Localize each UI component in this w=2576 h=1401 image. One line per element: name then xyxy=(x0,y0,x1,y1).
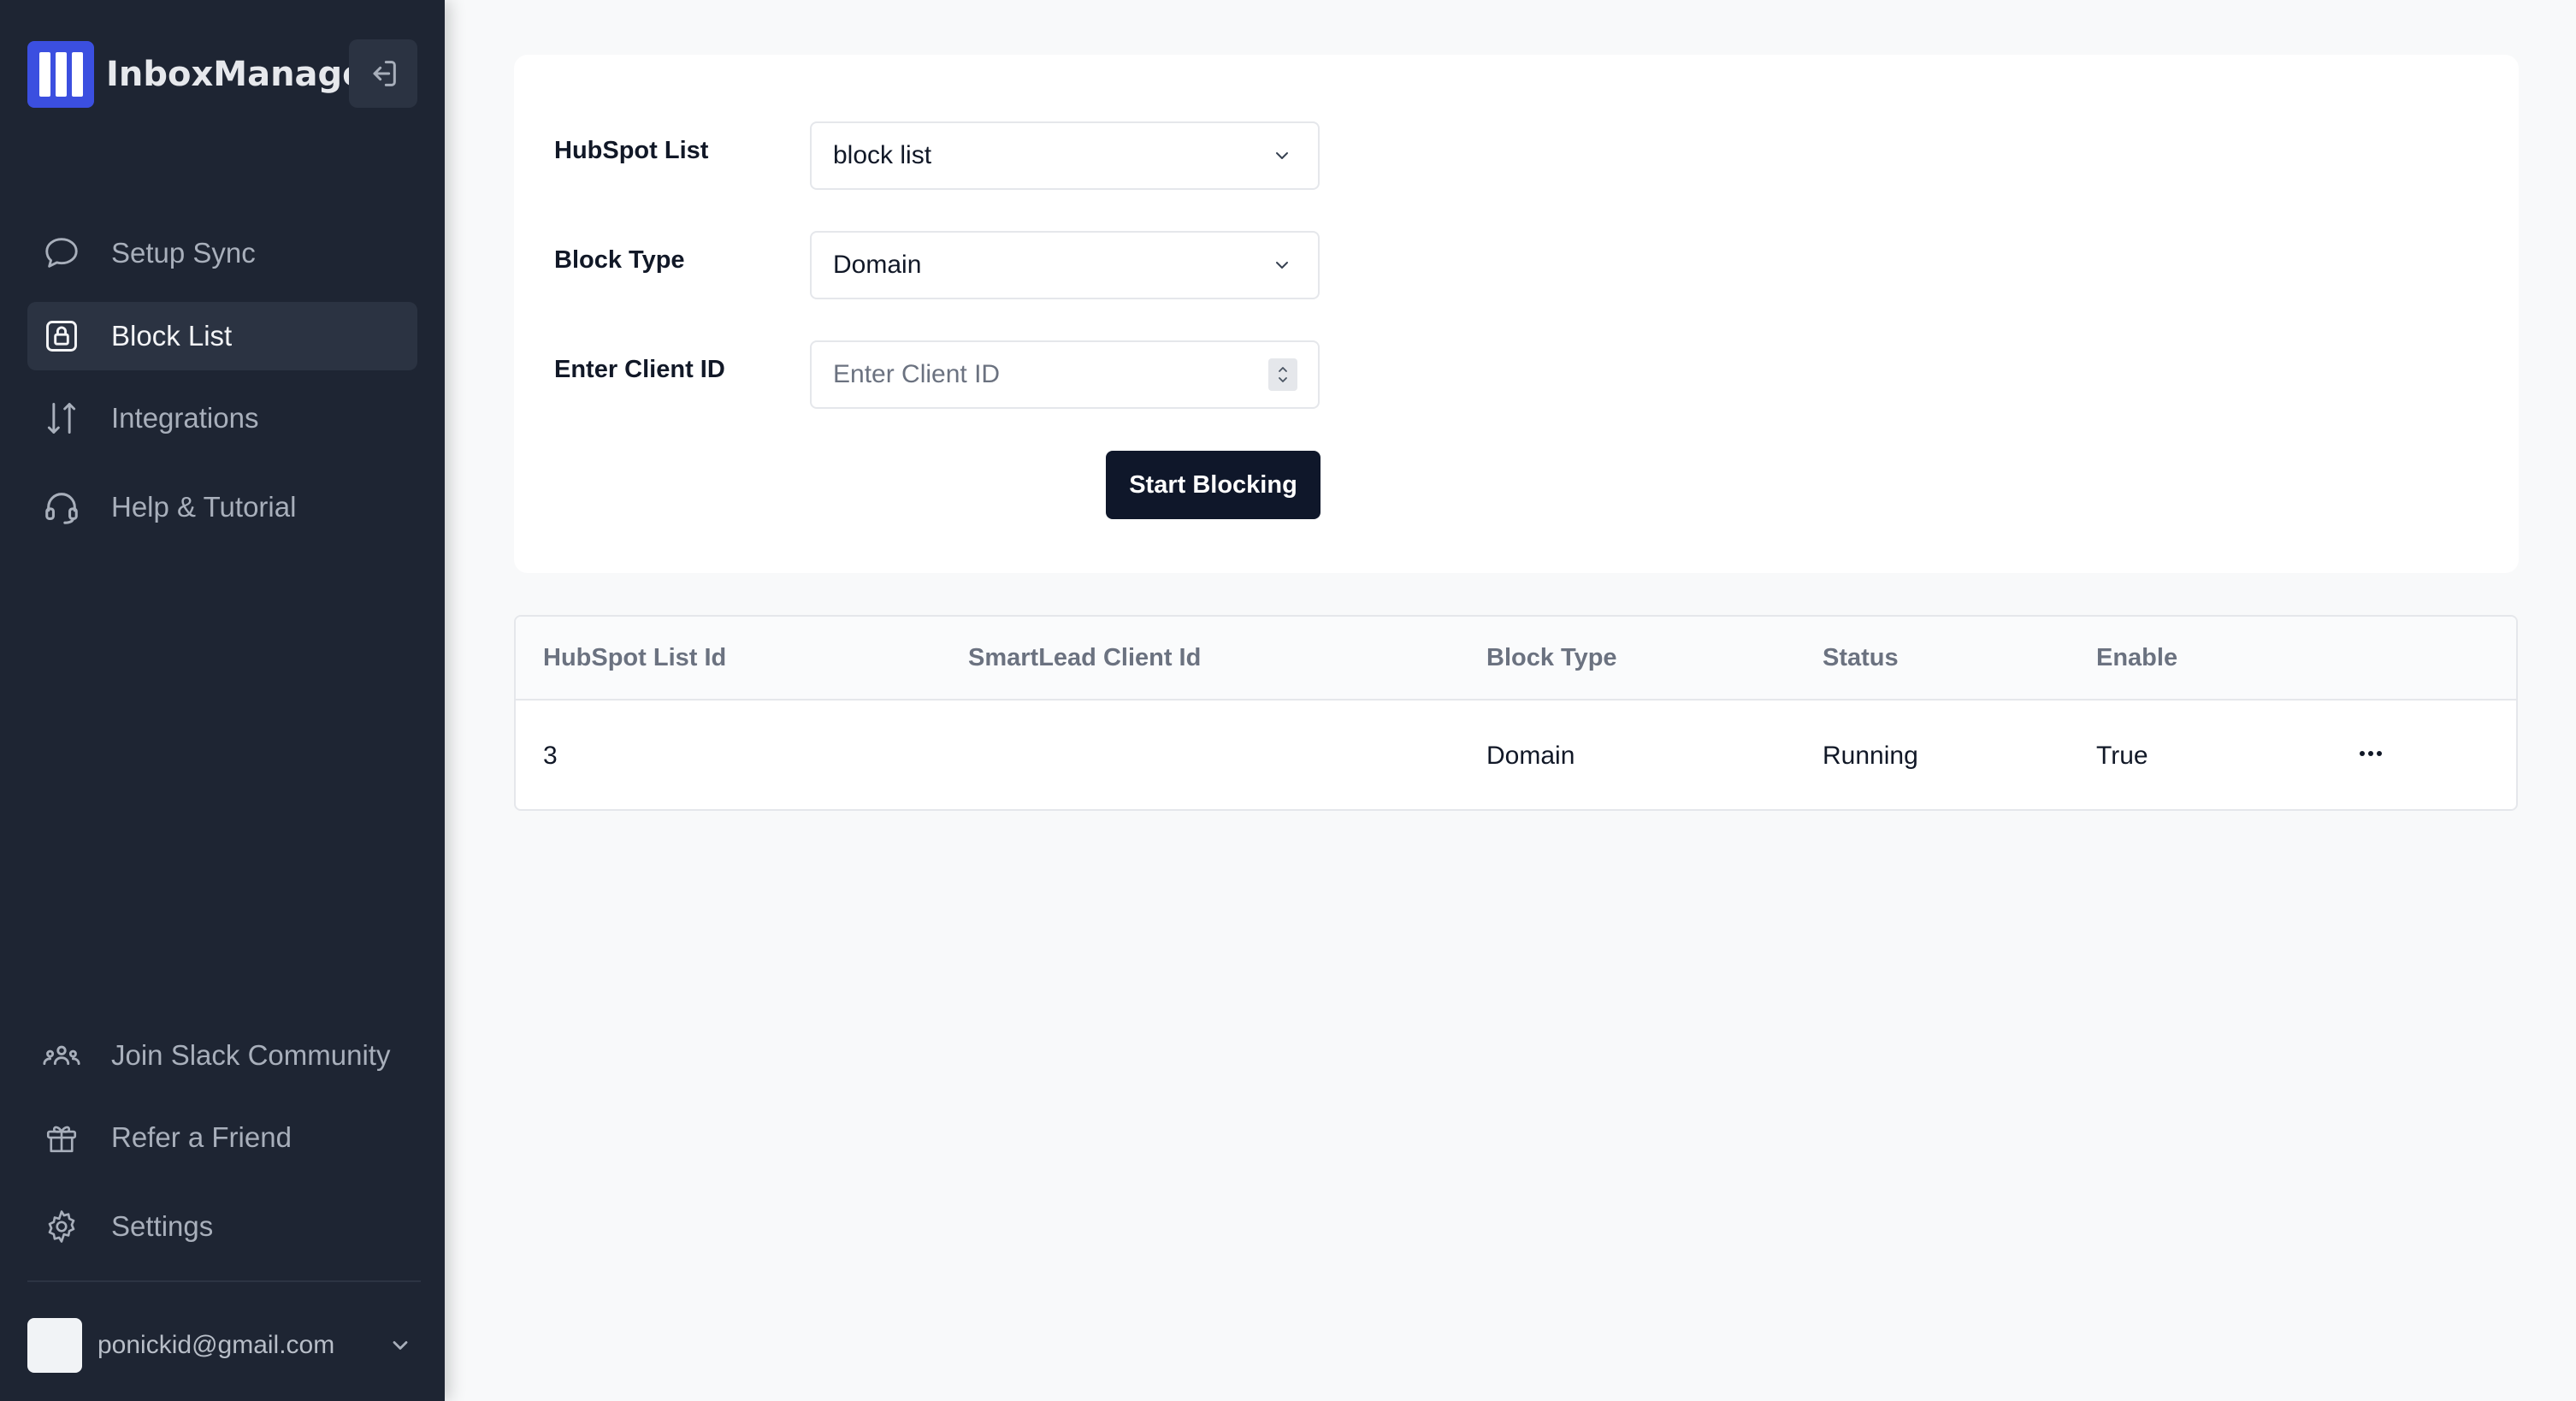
sidebar-item-label: Help & Tutorial xyxy=(111,491,297,523)
user-email: ponickid@gmail.com xyxy=(97,1331,335,1359)
row-actions-more-icon[interactable] xyxy=(2352,735,2390,772)
community-icon xyxy=(27,1021,96,1090)
column-header-status: Status xyxy=(1823,644,1899,671)
hubspot-list-select[interactable]: block list xyxy=(810,121,1320,190)
table-row[interactable]: 3 Domain Running True xyxy=(516,700,2516,809)
column-header-smartlead-client-id: SmartLead Client Id xyxy=(968,644,1202,671)
client-id-input[interactable] xyxy=(812,342,1268,407)
sidebar-item-label: Settings xyxy=(111,1210,214,1242)
chevron-down-icon[interactable] xyxy=(383,1328,417,1363)
sidebar-item-label: Integrations xyxy=(111,402,259,434)
sidebar-item-integrations[interactable]: Integrations xyxy=(27,384,417,452)
sidebar-item-label: Refer a Friend xyxy=(111,1121,292,1153)
gift-icon xyxy=(27,1103,96,1172)
cell-enable: True xyxy=(2096,742,2148,770)
user-menu[interactable]: ponickid@gmail.com xyxy=(27,1317,417,1374)
brand[interactable]: InboxManager xyxy=(27,41,382,108)
sidebar-item-label: Setup Sync xyxy=(111,237,256,269)
gear-icon xyxy=(27,1192,96,1261)
column-header-hubspot-list-id: HubSpot List Id xyxy=(543,644,727,671)
lock-icon xyxy=(27,302,96,370)
client-id-field[interactable] xyxy=(810,340,1320,409)
sidebar-item-label: Block List xyxy=(111,320,233,352)
cell-block-type: Domain xyxy=(1486,742,1575,770)
sidebar-item-settings[interactable]: Settings xyxy=(27,1192,417,1261)
chat-bubble-icon xyxy=(27,219,96,287)
hubspot-list-label: HubSpot List xyxy=(554,137,709,164)
sidebar-item-help-tutorial[interactable]: Help & Tutorial xyxy=(27,473,417,541)
client-id-label: Enter Client ID xyxy=(554,356,725,383)
arrows-up-down-icon xyxy=(27,384,96,452)
sidebar-item-refer-friend[interactable]: Refer a Friend xyxy=(27,1103,417,1172)
column-header-block-type: Block Type xyxy=(1486,644,1617,671)
sidebar-item-block-list[interactable]: Block List xyxy=(27,302,417,370)
headset-icon xyxy=(27,473,96,541)
sidebar: InboxManager Setup Sync Block List Integ… xyxy=(0,0,445,1401)
chevron-down-icon xyxy=(1265,248,1299,282)
collapse-sidebar-button[interactable] xyxy=(349,39,417,108)
cell-hubspot-list-id: 3 xyxy=(543,742,558,770)
logout-arrow-icon xyxy=(373,61,396,86)
chevron-down-icon xyxy=(1265,139,1299,173)
brand-name: InboxManager xyxy=(106,55,383,94)
brand-logo-icon xyxy=(27,41,94,108)
sidebar-item-label: Join Slack Community xyxy=(111,1039,391,1071)
sidebar-divider xyxy=(27,1280,421,1282)
block-list-table: HubSpot List Id SmartLead Client Id Bloc… xyxy=(514,615,2518,811)
block-type-value: Domain xyxy=(833,251,922,279)
table-header: HubSpot List Id SmartLead Client Id Bloc… xyxy=(516,617,2516,700)
app-root: InboxManager Setup Sync Block List Integ… xyxy=(0,0,2576,1401)
column-header-enable: Enable xyxy=(2096,644,2178,671)
hubspot-list-value: block list xyxy=(833,141,932,169)
avatar xyxy=(27,1318,82,1373)
number-stepper-icon[interactable] xyxy=(1268,358,1297,391)
cell-status: Running xyxy=(1823,742,1918,770)
block-type-select[interactable]: Domain xyxy=(810,231,1320,299)
block-type-label: Block Type xyxy=(554,246,685,274)
sidebar-item-setup-sync[interactable]: Setup Sync xyxy=(27,219,417,287)
sidebar-item-join-slack[interactable]: Join Slack Community xyxy=(27,1021,417,1090)
start-blocking-button[interactable]: Start Blocking xyxy=(1106,451,1320,519)
